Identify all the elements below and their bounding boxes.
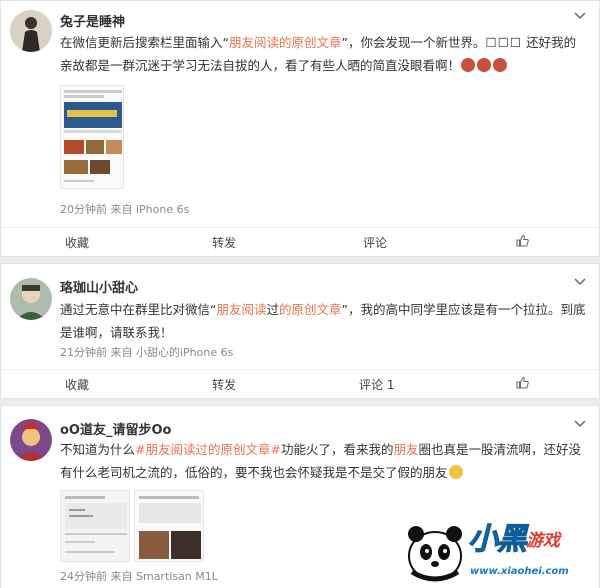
action-bar: 收藏 转发 评论 1: [1, 369, 599, 399]
avatar[interactable]: [10, 278, 52, 320]
post-card: 珞珈山小甜心 通过无意中在群里比对微信“朋友阅读过的原创文章”，我的高中同学里应…: [0, 263, 600, 399]
post-meta: 24分钟前 来自 Smartisan M1L: [60, 570, 218, 583]
emoji-icon: [461, 58, 476, 72]
site-watermark-logo: 小黑 游戏 www.xiaohei.com: [400, 512, 596, 584]
watermark-title: 小黑: [468, 522, 528, 558]
post-card: 兔子是睡神 在微信更新后搜索栏里面输入“朋友阅读的原创文章”，你会发现一个新世界…: [0, 0, 600, 257]
panda-mascot-icon: [408, 526, 462, 582]
comment-button[interactable]: 评论 1: [359, 376, 394, 393]
thumbs-up-icon[interactable]: [516, 376, 529, 389]
highlight-link[interactable]: 朋友阅读: [216, 302, 266, 317]
collect-button[interactable]: 收藏: [65, 376, 89, 393]
collect-button[interactable]: 收藏: [65, 234, 89, 251]
chevron-down-icon[interactable]: [573, 277, 587, 287]
hashtag-link[interactable]: #朋友阅读过的原创文章#: [135, 442, 281, 457]
username[interactable]: 珞珈山小甜心: [60, 277, 138, 296]
highlight-link[interactable]: 的原创文章: [279, 302, 342, 317]
watermark-url: www.xiaohei.com: [470, 566, 569, 577]
emoji-icon: [477, 58, 492, 72]
post-text: 不知道为什么#朋友阅读过的原创文章#功能火了，看来我的朋友圈也真是一股清流啊，还…: [60, 442, 582, 480]
emoji-icon: [493, 58, 508, 72]
laughing-emoji-icon: [448, 465, 463, 479]
post-image[interactable]: [60, 490, 130, 562]
username[interactable]: oO道友_请留步Oo: [60, 419, 171, 438]
post-image[interactable]: [60, 85, 124, 189]
post-text: 通过无意中在群里比对微信“朋友阅读过的原创文章”，我的高中同学里应该是有一个拉拉…: [60, 302, 586, 340]
post-text: 在微信更新后搜索栏里面输入“朋友阅读的原创文章”，你会发现一个新世界。☐☐☐ 还…: [60, 35, 577, 73]
watermark-subtitle: 游戏: [526, 531, 560, 551]
avatar[interactable]: [10, 10, 52, 52]
post-image[interactable]: [134, 490, 204, 562]
username[interactable]: 兔子是睡神: [60, 11, 125, 30]
highlight-link[interactable]: 朋友阅读的原创文章: [229, 35, 342, 50]
chevron-down-icon[interactable]: [573, 11, 587, 21]
repost-button[interactable]: 转发: [212, 376, 236, 393]
highlight-link[interactable]: 朋友: [393, 442, 418, 457]
avatar[interactable]: [10, 419, 52, 461]
post-meta: 21分钟前 来自 小甜心的iPhone 6s: [60, 346, 234, 359]
comment-button[interactable]: 评论: [363, 234, 387, 251]
thumbs-up-icon[interactable]: [516, 234, 529, 247]
repost-button[interactable]: 转发: [212, 234, 236, 251]
post-meta: 20分钟前 来自 iPhone 6s: [60, 203, 190, 216]
action-bar: 收藏 转发 评论: [1, 227, 599, 257]
chevron-down-icon[interactable]: [573, 419, 587, 429]
